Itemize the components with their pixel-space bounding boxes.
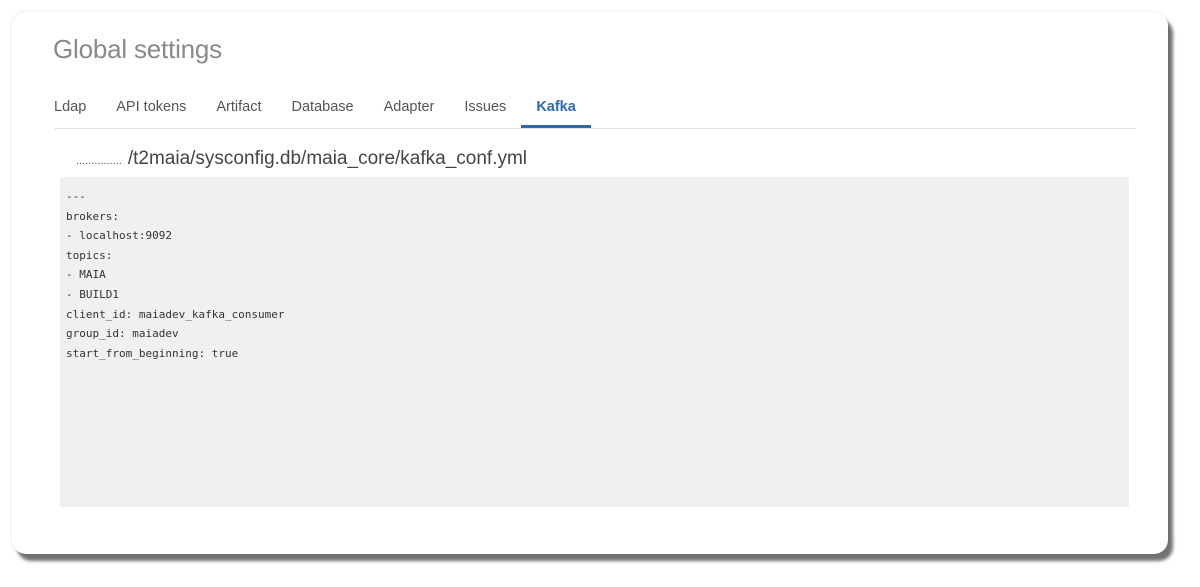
tab-database[interactable]: Database — [277, 96, 369, 128]
config-editor[interactable]: --- brokers: - localhost:9092 topics: - … — [60, 177, 1129, 507]
settings-tabs: Ldap API tokens Artifact Database Adapte… — [54, 96, 1136, 129]
file-path: /t2maia/sysconfig.db/maia_core/kafka_con… — [127, 148, 528, 169]
code-line: start_from_beginning: true — [66, 346, 239, 360]
tab-kafka[interactable]: Kafka — [521, 96, 591, 128]
tab-adapter[interactable]: Adapter — [369, 96, 450, 128]
code-line: - MAIA — [66, 268, 106, 282]
code-line: topics: — [66, 248, 113, 262]
code-line: - localhost:9092 — [66, 229, 172, 243]
code-line: client_id: maiadev_kafka_consumer — [66, 307, 285, 321]
code-line: - BUILD1 — [66, 287, 119, 301]
code-line: group_id: maiadev — [66, 327, 179, 341]
tab-ldap[interactable]: Ldap — [54, 96, 101, 128]
path-dots: ............... — [76, 155, 122, 167]
tab-issues[interactable]: Issues — [449, 96, 521, 128]
code-line: --- — [66, 190, 86, 203]
settings-card: Global settings Ldap API tokens Artifact… — [12, 12, 1168, 554]
file-path-row: ............... /t2maia/sysconfig.db/mai… — [76, 148, 527, 170]
tab-artifact[interactable]: Artifact — [201, 96, 276, 128]
code-line: brokers: — [66, 209, 119, 223]
page-title: Global settings — [53, 34, 222, 64]
tab-api-tokens[interactable]: API tokens — [101, 96, 201, 128]
